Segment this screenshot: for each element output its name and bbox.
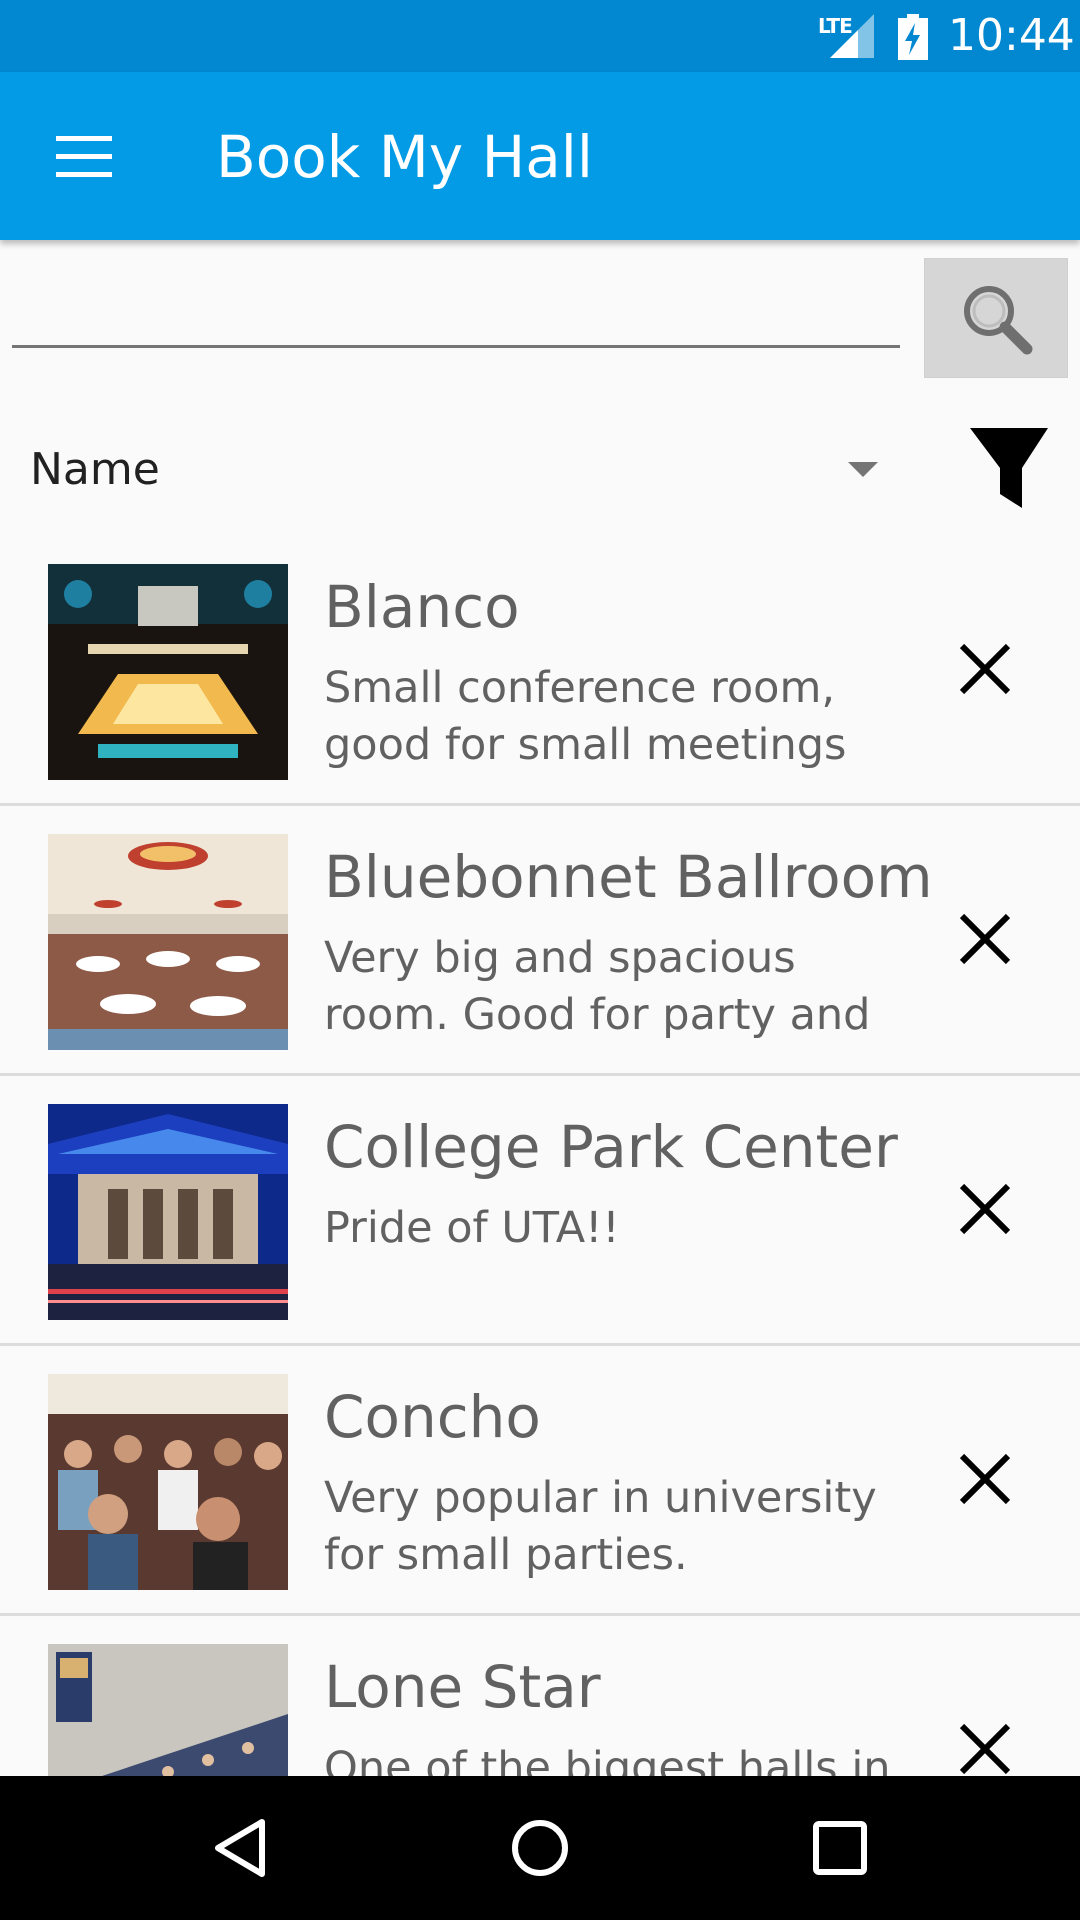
- delete-button[interactable]: [950, 1714, 1020, 1776]
- home-button[interactable]: [500, 1808, 580, 1888]
- hall-description: Pride of UTA!!: [324, 1203, 620, 1253]
- list-item[interactable]: Lone Star One of the biggest halls in: [0, 1616, 1080, 1776]
- filter-icon: [970, 428, 1048, 508]
- battery-charging-icon: [898, 14, 928, 60]
- menu-button[interactable]: [40, 116, 130, 196]
- dropdown-arrow-icon: [848, 462, 878, 477]
- status-bar: LTE 10:44: [0, 0, 1080, 72]
- app-title: Book My Hall: [216, 123, 593, 191]
- hall-name: Bluebonnet Ballroom: [324, 843, 933, 911]
- search-icon: [964, 286, 1033, 355]
- app-bar: Book My Hall: [0, 72, 1080, 240]
- list-item[interactable]: Concho Very popular in university for sm…: [0, 1346, 1080, 1616]
- hall-description: Very popular in university for small par…: [324, 1473, 877, 1580]
- close-icon: [959, 1453, 1011, 1505]
- list-item[interactable]: Bluebonnet Ballroom Very big and spaciou…: [0, 806, 1080, 1076]
- delete-button[interactable]: [950, 1174, 1020, 1244]
- filter-button[interactable]: [962, 418, 1062, 518]
- hall-name: Concho: [324, 1383, 541, 1451]
- hall-list: Blanco Small conference room, good for s…: [0, 536, 1080, 1776]
- hall-thumbnail: [48, 1104, 288, 1320]
- sort-dropdown[interactable]: Name: [0, 420, 900, 520]
- status-clock: 10:44: [948, 10, 1075, 61]
- hall-thumbnail: [48, 564, 288, 780]
- signal-icon: [830, 14, 874, 58]
- list-item[interactable]: Blanco Small conference room, good for s…: [0, 536, 1080, 806]
- hall-thumbnail: [48, 834, 288, 1050]
- hall-name: College Park Center: [324, 1113, 898, 1181]
- close-icon: [959, 1183, 1011, 1235]
- recents-icon: [813, 1821, 867, 1875]
- search-input[interactable]: [12, 270, 900, 348]
- search-button[interactable]: [924, 258, 1068, 378]
- close-icon: [959, 1723, 1011, 1775]
- delete-button[interactable]: [950, 904, 1020, 974]
- hall-description: Small conference room, good for small me…: [324, 663, 847, 770]
- back-button[interactable]: [200, 1808, 280, 1888]
- hall-name: Lone Star: [324, 1653, 601, 1721]
- back-icon: [215, 1819, 265, 1877]
- recents-button[interactable]: [800, 1808, 880, 1888]
- delete-button[interactable]: [950, 634, 1020, 704]
- sort-selected-value: Name: [30, 444, 160, 495]
- hall-description: One of the biggest halls in: [324, 1743, 891, 1776]
- close-icon: [959, 913, 1011, 965]
- delete-button[interactable]: [950, 1444, 1020, 1514]
- hall-thumbnail: [48, 1644, 288, 1776]
- close-icon: [959, 643, 1011, 695]
- list-item[interactable]: College Park Center Pride of UTA!!: [0, 1076, 1080, 1346]
- hall-name: Blanco: [324, 573, 520, 641]
- navigation-bar: [0, 1776, 1080, 1920]
- home-icon: [512, 1820, 568, 1876]
- hall-thumbnail: [48, 1374, 288, 1590]
- hall-description: Very big and spacious room. Good for par…: [324, 933, 871, 1040]
